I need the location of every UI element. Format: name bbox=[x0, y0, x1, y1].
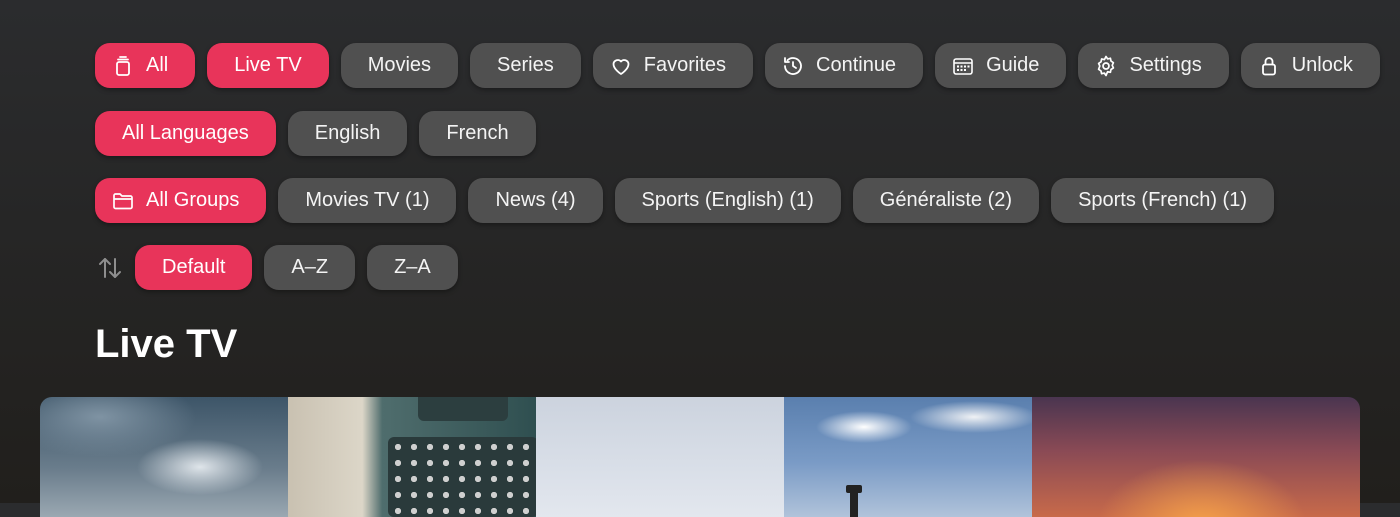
filter-all-label: All bbox=[146, 54, 169, 76]
group-generaliste-label: Généraliste (2) bbox=[879, 189, 1013, 211]
group-all-label: All Groups bbox=[146, 189, 240, 211]
language-filter-bar: All Languages English French bbox=[95, 111, 536, 156]
filter-live-tv-label: Live TV bbox=[234, 54, 302, 76]
settings-button[interactable]: Settings bbox=[1078, 43, 1229, 88]
unlock-button[interactable]: Unlock bbox=[1240, 43, 1380, 88]
channel-tile[interactable] bbox=[40, 397, 288, 517]
heart-icon bbox=[608, 53, 634, 79]
lock-icon bbox=[1256, 53, 1282, 79]
lamp-post-image-part bbox=[850, 487, 858, 517]
language-all-button[interactable]: All Languages bbox=[95, 111, 276, 156]
guide-button[interactable]: Guide bbox=[935, 43, 1067, 88]
sort-arrows-icon bbox=[95, 253, 125, 283]
group-news-label: News (4) bbox=[495, 189, 576, 211]
filter-series-label: Series bbox=[497, 54, 554, 76]
language-english-button[interactable]: English bbox=[287, 111, 408, 156]
filter-movies-label: Movies bbox=[367, 54, 432, 76]
sort-z-a-button[interactable]: Z–A bbox=[367, 245, 458, 290]
group-all-button[interactable]: All Groups bbox=[95, 178, 267, 223]
filter-all-button[interactable]: All bbox=[95, 43, 196, 88]
continue-button[interactable]: Continue bbox=[765, 43, 924, 88]
trash-icon bbox=[110, 53, 136, 79]
sort-z-a-label: Z–A bbox=[394, 256, 431, 278]
calendar-icon bbox=[950, 53, 976, 79]
filter-series-button[interactable]: Series bbox=[470, 43, 581, 88]
language-all-label: All Languages bbox=[122, 122, 249, 144]
favorites-label: Favorites bbox=[643, 54, 726, 76]
favorites-button[interactable]: Favorites bbox=[592, 43, 753, 88]
channel-tile[interactable] bbox=[288, 397, 538, 517]
language-english-label: English bbox=[314, 122, 381, 144]
typewriter-image-part bbox=[418, 397, 508, 421]
typewriter-image-part bbox=[388, 437, 538, 517]
content-type-filter-bar: All Live TV Movies Series Favorites Cont… bbox=[95, 43, 1380, 88]
group-generaliste-button[interactable]: Généraliste (2) bbox=[852, 178, 1040, 223]
unlock-label: Unlock bbox=[1291, 54, 1353, 76]
history-icon bbox=[780, 53, 806, 79]
sort-a-z-label: A–Z bbox=[291, 256, 329, 278]
guide-label: Guide bbox=[986, 54, 1040, 76]
group-movies-tv-label: Movies TV (1) bbox=[305, 189, 430, 211]
channel-tile[interactable] bbox=[784, 397, 1032, 517]
filter-live-tv-button[interactable]: Live TV bbox=[207, 43, 329, 88]
gear-icon bbox=[1093, 53, 1119, 79]
group-sports-english-button[interactable]: Sports (English) (1) bbox=[614, 178, 841, 223]
group-news-button[interactable]: News (4) bbox=[468, 178, 603, 223]
filter-movies-button[interactable]: Movies bbox=[340, 43, 459, 88]
language-french-label: French bbox=[446, 122, 509, 144]
group-sports-english-label: Sports (English) (1) bbox=[641, 189, 814, 211]
sort-default-button[interactable]: Default bbox=[135, 245, 253, 290]
sort-default-label: Default bbox=[162, 256, 226, 278]
folder-icon bbox=[110, 188, 136, 214]
channel-grid bbox=[40, 397, 1360, 517]
continue-label: Continue bbox=[816, 54, 897, 76]
channel-tile[interactable] bbox=[536, 397, 784, 517]
group-filter-bar: All Groups Movies TV (1) News (4) Sports… bbox=[95, 178, 1274, 223]
group-movies-tv-button[interactable]: Movies TV (1) bbox=[278, 178, 457, 223]
sort-bar: Default A–Z Z–A bbox=[95, 245, 458, 290]
language-french-button[interactable]: French bbox=[419, 111, 536, 156]
channel-tile[interactable] bbox=[1032, 397, 1360, 517]
section-title: Live TV bbox=[95, 322, 238, 366]
group-sports-french-button[interactable]: Sports (French) (1) bbox=[1051, 178, 1274, 223]
group-sports-french-label: Sports (French) (1) bbox=[1078, 189, 1247, 211]
sort-a-z-button[interactable]: A–Z bbox=[264, 245, 356, 290]
settings-label: Settings bbox=[1129, 54, 1202, 76]
